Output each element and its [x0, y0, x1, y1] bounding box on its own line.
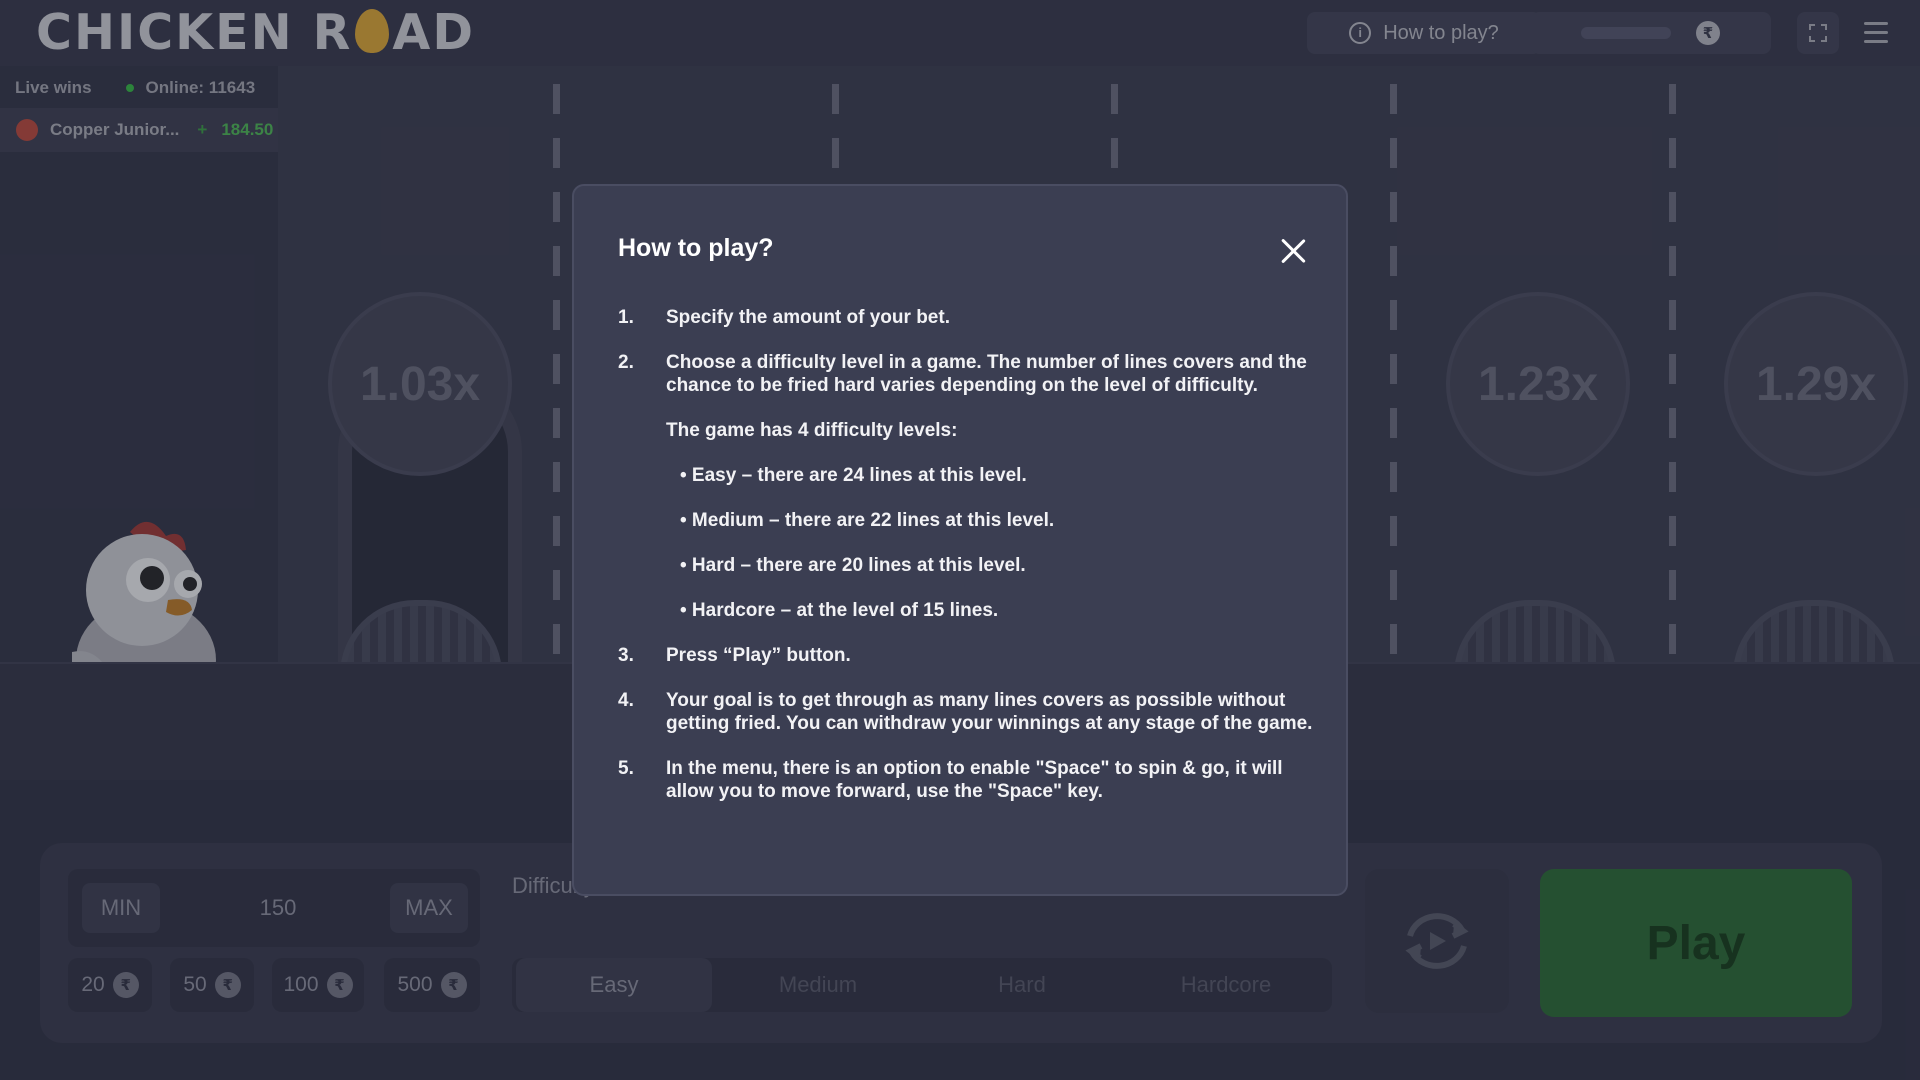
step-number: 4.	[618, 690, 634, 711]
instruction-step: 2. Choose a difficulty level in a game. …	[618, 351, 1316, 622]
step-number: 2.	[618, 352, 634, 373]
step-text: Choose a difficulty level in a game. The…	[666, 352, 1307, 396]
difficulty-bullet: • Hardcore – at the level of 15 lines.	[680, 600, 999, 621]
instruction-step: 1. Specify the amount of your bet.	[618, 306, 1316, 329]
close-icon[interactable]	[1280, 238, 1306, 264]
instruction-step: 4. Your goal is to get through as many l…	[618, 689, 1316, 735]
step-text: Your goal is to get through as many line…	[666, 690, 1313, 734]
instruction-step: 3. Press “Play” button.	[618, 644, 1316, 667]
difficulty-levels-heading: The game has 4 difficulty levels:	[666, 420, 958, 441]
difficulty-bullet: • Medium – there are 22 lines at this le…	[680, 510, 1055, 531]
step-number: 1.	[618, 307, 634, 328]
difficulty-bullet: • Easy – there are 24 lines at this leve…	[680, 465, 1027, 486]
step-text: Press “Play” button.	[666, 645, 851, 666]
modal-title: How to play?	[618, 234, 774, 262]
step-text: In the menu, there is an option to enabl…	[666, 758, 1283, 802]
step-text: Specify the amount of your bet.	[666, 307, 950, 328]
step-number: 3.	[618, 645, 634, 666]
instructions-list: 1. Specify the amount of your bet. 2. Ch…	[618, 306, 1316, 825]
instruction-step: 5. In the menu, there is an option to en…	[618, 757, 1316, 803]
step-number: 5.	[618, 758, 634, 779]
how-to-play-modal: How to play? 1. Specify the amount of yo…	[572, 184, 1348, 896]
difficulty-bullet: • Hard – there are 20 lines at this leve…	[680, 555, 1026, 576]
